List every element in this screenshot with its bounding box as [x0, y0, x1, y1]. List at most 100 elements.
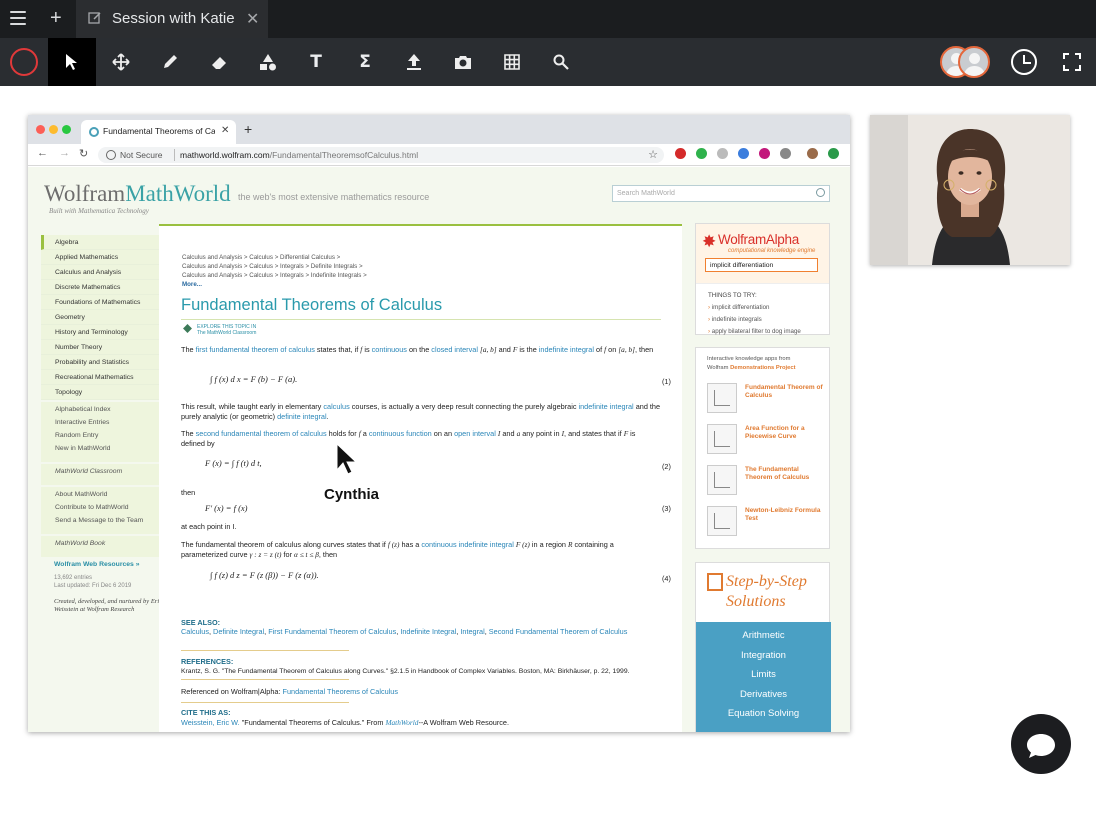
upload-tool[interactable]	[390, 38, 438, 86]
nav-category[interactable]: History and Terminology	[41, 325, 159, 340]
demo-item[interactable]: Area Function for a Piecewise Curve	[707, 424, 827, 456]
suggestion-link[interactable]: › indefinite integrals	[708, 314, 801, 326]
nav-category[interactable]: Topology	[41, 385, 159, 400]
step-by-step-list: Arithmetic Integration Limits Derivative…	[696, 622, 831, 732]
move-tool[interactable]	[97, 38, 145, 86]
nav-link[interactable]: MathWorld Classroom	[55, 468, 159, 481]
nav-link[interactable]: Interactive Entries	[55, 419, 159, 432]
nav-category[interactable]: Foundations of Mathematics	[41, 295, 159, 310]
cite-heading: CITE THIS AS:	[181, 708, 231, 717]
new-tab-button[interactable]: +	[244, 121, 252, 137]
camera-tool[interactable]	[439, 38, 487, 86]
extension-icon[interactable]	[828, 148, 839, 159]
topic-link[interactable]: Integration	[696, 650, 831, 670]
demo-item[interactable]: Fundamental Theorem of Calculus	[707, 383, 827, 415]
record-icon	[10, 48, 38, 76]
mathworld-search-input[interactable]: Search MathWorld	[612, 185, 830, 202]
nav-category[interactable]: Geometry	[41, 310, 159, 325]
paragraph: The second fundamental theorem of calcul…	[181, 429, 636, 448]
nav-link[interactable]: MathWorld Book	[55, 540, 159, 553]
wolfram-alpha-input[interactable]: implicit differentiation	[705, 258, 818, 272]
topic-link[interactable]: Derivatives	[696, 689, 831, 709]
info-icon[interactable]	[106, 150, 116, 160]
nav-link[interactable]: About MathWorld	[55, 491, 159, 504]
move-icon	[112, 53, 130, 71]
breadcrumb[interactable]: Calculus and Analysis > Calculus > Diffe…	[182, 253, 367, 289]
collaborator-cursor-icon	[336, 443, 358, 475]
forward-icon[interactable]: →	[59, 147, 70, 159]
pen-tool[interactable]	[146, 38, 194, 86]
demo-thumbnail	[707, 506, 737, 536]
topic-link[interactable]: Limits	[696, 669, 831, 689]
shared-browser-window[interactable]: Fundamental Theorems of Calculus ✕ + ← →…	[28, 115, 850, 732]
close-tab-icon[interactable]: ✕	[246, 9, 259, 29]
demo-item[interactable]: The Fundamental Theorem of Calculus	[707, 465, 827, 497]
demo-item[interactable]: Newton-Leibniz Formula Test	[707, 506, 827, 538]
nav-link[interactable]: Contribute to MathWorld	[55, 504, 159, 517]
nav-category[interactable]: Probability and Statistics	[41, 355, 159, 370]
text-tool[interactable]: T	[292, 38, 340, 86]
extension-icon[interactable]	[780, 148, 791, 159]
graduation-cap-icon	[183, 324, 192, 333]
new-session-button[interactable]: +	[50, 6, 62, 30]
profile-avatar[interactable]	[807, 148, 818, 159]
search-tool[interactable]	[537, 38, 585, 86]
suggestion-link[interactable]: › implicit differentiation	[708, 302, 801, 314]
participants[interactable]	[940, 46, 996, 78]
equation-tool[interactable]: Σ	[341, 38, 389, 86]
resources-link[interactable]: Wolfram Web Resources »	[54, 561, 164, 568]
extension-icon[interactable]	[675, 148, 686, 159]
minimize-window-dot[interactable]	[49, 125, 58, 134]
chat-button[interactable]	[1011, 714, 1071, 774]
suggestion-link[interactable]: › apply bilateral filter to dog image	[708, 326, 801, 338]
clock-icon[interactable]	[1011, 49, 1037, 75]
select-tool[interactable]	[48, 38, 96, 86]
extension-icon[interactable]	[759, 148, 770, 159]
record-button[interactable]	[0, 38, 48, 86]
topic-link[interactable]: Arithmetic	[696, 630, 831, 650]
close-window-dot[interactable]	[36, 125, 45, 134]
browser-tab[interactable]: Fundamental Theorems of Calculus ✕	[81, 120, 236, 144]
nav-category[interactable]: Algebra	[41, 235, 159, 250]
step-by-step-title[interactable]: Step-by-Step Solutions	[726, 572, 807, 612]
collaborator-name-label: Cynthia	[324, 486, 380, 503]
nav-category[interactable]: Recreational Mathematics	[41, 370, 159, 385]
search-icon[interactable]	[816, 188, 825, 197]
grid-tool[interactable]	[488, 38, 536, 86]
menu-icon[interactable]	[10, 11, 26, 27]
extension-icon[interactable]	[696, 148, 707, 159]
wolfram-alpha-logo[interactable]: WolframAlpha	[718, 232, 799, 247]
reload-icon[interactable]: ↻	[79, 147, 88, 160]
nav-group-about: About MathWorld Contribute to MathWorld …	[41, 487, 159, 534]
mathworld-logo[interactable]: WolframMathWorld	[44, 181, 231, 207]
nav-category[interactable]: Number Theory	[41, 340, 159, 355]
nav-category[interactable]: Discrete Mathematics	[41, 280, 159, 295]
close-icon[interactable]: ✕	[221, 125, 229, 136]
session-tab[interactable]: Session with Katie ✕	[76, 0, 268, 38]
back-icon[interactable]: ←	[37, 147, 48, 159]
nav-link[interactable]: Send a Message to the Team	[55, 517, 159, 530]
topic-link[interactable]: Equation Solving	[696, 708, 831, 728]
nav-link[interactable]: Alphabetical Index	[55, 406, 159, 419]
nav-category[interactable]: Applied Mathematics	[41, 250, 159, 265]
participant-video[interactable]	[870, 115, 1070, 265]
maximize-window-dot[interactable]	[62, 125, 71, 134]
shapes-tool[interactable]	[244, 38, 292, 86]
shapes-icon	[260, 54, 276, 71]
see-also-links[interactable]: Calculus, Definite Integral, First Funda…	[181, 627, 641, 637]
fullscreen-icon[interactable]	[1062, 52, 1082, 72]
nav-link[interactable]: Random Entry	[55, 432, 159, 445]
bookmark-star-icon[interactable]: ☆	[648, 148, 658, 161]
nav-category[interactable]: Calculus and Analysis	[41, 265, 159, 280]
eraser-tool[interactable]	[195, 38, 243, 86]
extension-icon[interactable]	[738, 148, 749, 159]
nav-link[interactable]: New in MathWorld	[55, 445, 159, 458]
extension-icon[interactable]	[717, 148, 728, 159]
wolfram-alpha-box: ✸ WolframAlpha computational knowledge e…	[695, 223, 830, 335]
address-bar-row: ← → ↻ Not Secure mathworld.wolfram.com/F…	[28, 144, 850, 166]
url-field[interactable]: Not Secure mathworld.wolfram.com/Fundame…	[98, 147, 664, 163]
equation-2: F (x) = ∫ f (t) d t,	[205, 458, 262, 468]
more-link[interactable]: More...	[182, 280, 367, 289]
equation-1: ∫ f (x) d x = F (b) − F (a).	[210, 374, 298, 384]
equation-number: (2)	[662, 462, 671, 471]
